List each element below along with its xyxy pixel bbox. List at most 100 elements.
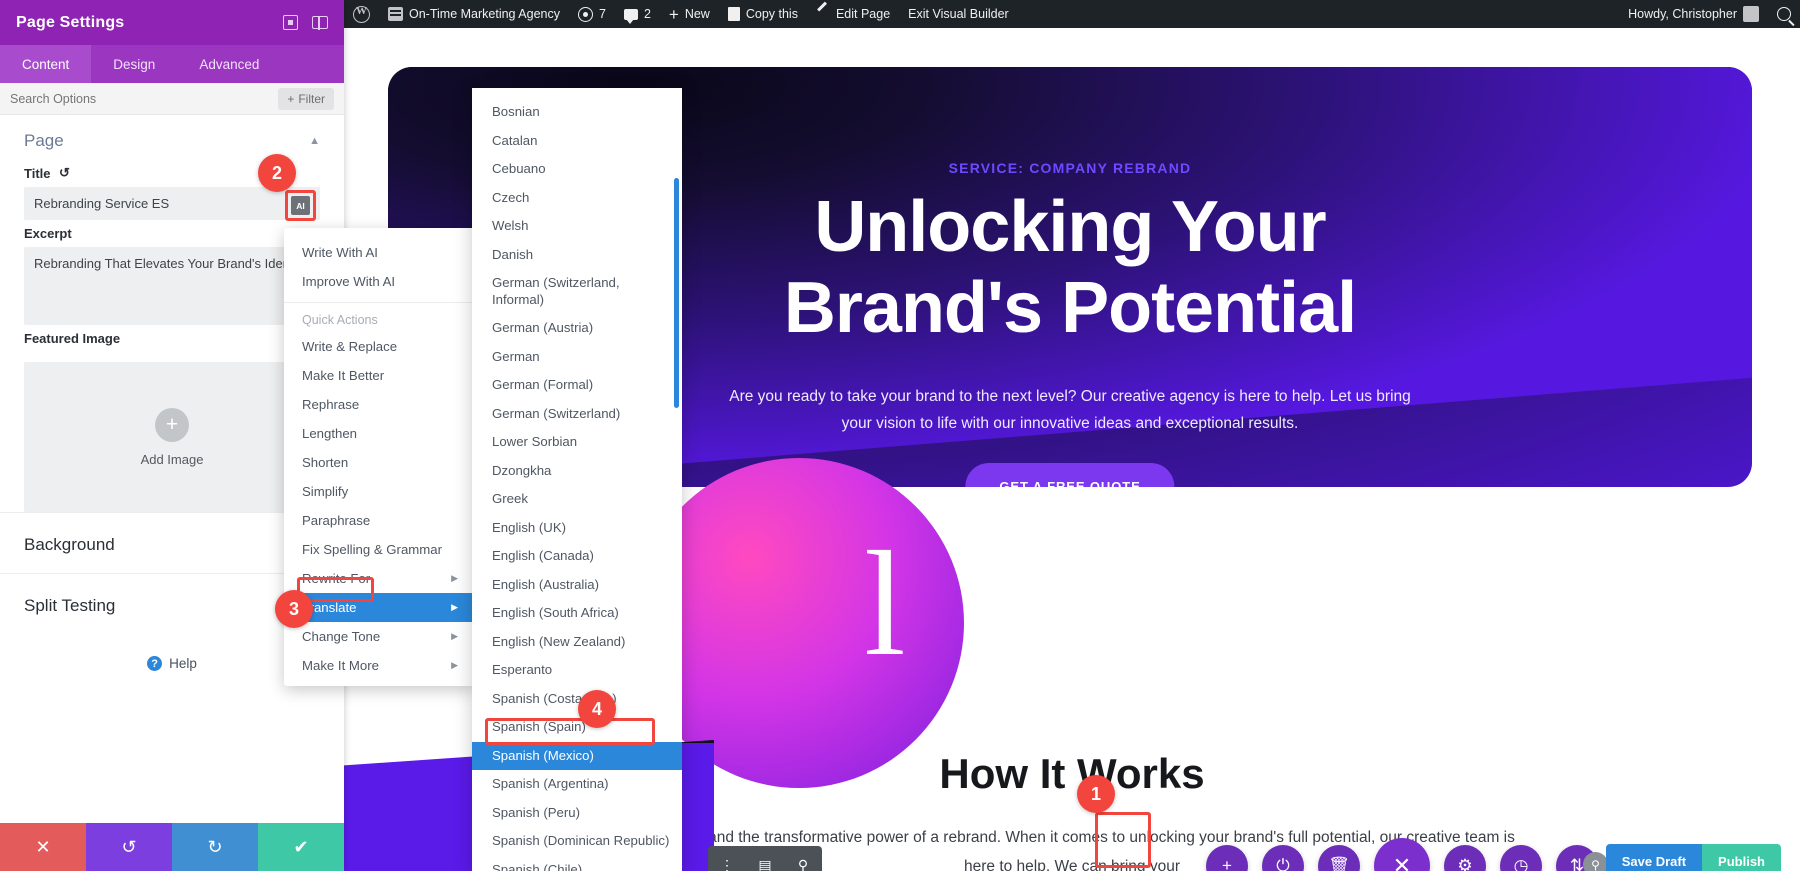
comments-count: 2	[643, 7, 651, 21]
tab-design[interactable]: Design	[91, 45, 177, 83]
lang-item[interactable]: Spanish (Costa Rica)	[472, 685, 682, 714]
menu-item-lengthen[interactable]: Lengthen	[284, 419, 476, 448]
close-builder-button[interactable]: ✕	[1374, 838, 1430, 871]
section-split-testing-label: Split Testing	[24, 596, 116, 615]
magnifier-icon[interactable]: ⚲	[784, 846, 822, 871]
lang-item[interactable]: English (New Zealand)	[472, 628, 682, 657]
lang-item[interactable]: English (Canada)	[472, 542, 682, 571]
menu-item-change-tone[interactable]: Change Tone ▶	[284, 622, 476, 651]
plus-icon: +	[668, 4, 679, 24]
question-icon: ?	[147, 656, 163, 671]
lang-item[interactable]: Greek	[472, 485, 682, 514]
lang-item[interactable]: German	[472, 343, 682, 372]
menu-label: Rephrase	[302, 397, 360, 412]
lang-item[interactable]: Catalan	[472, 127, 682, 156]
undo-button[interactable]: ↺	[86, 823, 172, 871]
featured-image-label: Featured Image	[24, 331, 121, 346]
menu-item-fix-spelling-grammar[interactable]: Fix Spelling & Grammar	[284, 535, 476, 564]
menu-item-write-replace[interactable]: Write & Replace	[284, 332, 476, 361]
chevron-right-icon: ▶	[451, 631, 458, 641]
menu-item-write-with-ai[interactable]: Write With AI	[284, 238, 476, 267]
lang-item[interactable]: Welsh	[472, 212, 682, 241]
divi-floating-toolbar: + ⏻ 🗑 ✕ ⚙ ◷ ⇅	[1206, 838, 1598, 871]
annotation-rect-1	[1095, 812, 1151, 868]
lang-item[interactable]: Bosnian	[472, 98, 682, 127]
lang-item[interactable]: Spanish (Dominican Republic)	[472, 827, 682, 856]
menu-item-rephrase[interactable]: Rephrase	[284, 390, 476, 419]
menu-label: Fix Spelling & Grammar	[302, 542, 442, 557]
lang-item[interactable]: Czech	[472, 184, 682, 213]
module-toolbar: ⋮ ▤ ⚲	[708, 846, 822, 871]
lang-item[interactable]: German (Switzerland, Informal)	[472, 269, 682, 314]
menu-item-paraphrase[interactable]: Paraphrase	[284, 506, 476, 535]
tab-advanced[interactable]: Advanced	[177, 45, 281, 83]
section-page[interactable]: Page ▲	[0, 115, 344, 159]
section-page-label: Page	[24, 131, 64, 150]
add-module-button[interactable]: +	[1206, 845, 1248, 871]
lang-item[interactable]: English (UK)	[472, 514, 682, 543]
account-menu[interactable]: Howdy, Christopher	[1619, 0, 1768, 28]
lang-item[interactable]: Spanish (Peru)	[472, 799, 682, 828]
exit-label: Exit Visual Builder	[908, 7, 1009, 21]
lang-item[interactable]: German (Formal)	[472, 371, 682, 400]
lang-item[interactable]: English (Australia)	[472, 571, 682, 600]
search-input[interactable]	[10, 91, 279, 106]
lang-item[interactable]: German (Switzerland)	[472, 400, 682, 429]
comments-link[interactable]: 2	[615, 0, 660, 28]
lang-item-spanish-mexico[interactable]: Spanish (Mexico)	[472, 741, 682, 770]
lang-item[interactable]: Esperanto	[472, 656, 682, 685]
save-draft-button[interactable]: Save Draft	[1605, 844, 1703, 871]
house-icon	[388, 7, 403, 21]
featured-image-dropzone[interactable]: + Add Image	[24, 362, 320, 512]
plus-icon: +	[287, 91, 295, 106]
language-scrollbar[interactable]	[674, 178, 679, 408]
redo-button[interactable]: ↻	[172, 823, 258, 871]
publish-button[interactable]: Publish	[1702, 844, 1781, 871]
filter-button[interactable]: + Filter	[278, 87, 334, 110]
app-root: On-Time Marketing Agency 7 2 + New Copy …	[0, 0, 1800, 871]
excerpt-field[interactable]: Rebranding That Elevates Your Brand's Id…	[24, 247, 320, 325]
edit-page-link[interactable]: Edit Page	[807, 0, 899, 28]
power-button[interactable]: ⏻	[1262, 845, 1304, 871]
wp-logo-button[interactable]	[344, 0, 379, 28]
lang-item[interactable]: Spanish (Argentina)	[472, 770, 682, 799]
lang-item[interactable]: German (Austria)	[472, 314, 682, 343]
magnifier-icon[interactable]: ⚲	[1583, 852, 1608, 871]
settings-button[interactable]: ⚙	[1444, 845, 1486, 871]
menu-item-make-it-more[interactable]: Make It More ▶	[284, 651, 476, 680]
chevron-right-icon: ▶	[451, 573, 458, 583]
menu-label: Make It More	[302, 658, 379, 673]
menu-item-make-it-better[interactable]: Make It Better	[284, 361, 476, 390]
menu-item-simplify[interactable]: Simplify	[284, 477, 476, 506]
new-content-link[interactable]: + New	[660, 0, 719, 28]
tab-content[interactable]: Content	[0, 45, 92, 83]
updates-link[interactable]: 7	[569, 0, 615, 28]
columns-icon[interactable]	[312, 16, 328, 30]
menu-item-shorten[interactable]: Shorten	[284, 448, 476, 477]
trash-button[interactable]: 🗑	[1318, 845, 1360, 871]
cancel-button[interactable]: ✕	[0, 823, 86, 871]
reset-icon[interactable]: ↻	[59, 165, 70, 181]
exit-visual-builder-link[interactable]: Exit Visual Builder	[899, 0, 1018, 28]
menu-item-improve-with-ai[interactable]: Improve With AI	[284, 267, 476, 296]
frame-icon[interactable]	[283, 15, 298, 30]
decorative-letter-l: l	[864, 521, 906, 687]
history-button[interactable]: ◷	[1500, 845, 1542, 871]
site-name-link[interactable]: On-Time Marketing Agency	[379, 0, 569, 28]
chevron-up-icon: ▲	[309, 135, 320, 147]
kebab-icon[interactable]: ⋮	[708, 846, 746, 871]
menu-label: Shorten	[302, 455, 349, 470]
lang-item[interactable]: Dzongkha	[472, 457, 682, 486]
lang-item[interactable]: Spanish (Chile)	[472, 856, 682, 871]
edit-page-label: Edit Page	[835, 7, 891, 21]
copy-this-link[interactable]: Copy this	[719, 0, 807, 28]
plus-icon: +	[155, 407, 189, 442]
admin-search-button[interactable]	[1768, 0, 1800, 28]
lang-item[interactable]: English (South Africa)	[472, 599, 682, 628]
lang-item[interactable]: Lower Sorbian	[472, 428, 682, 457]
lang-item[interactable]: Danish	[472, 241, 682, 270]
save-button[interactable]: ✔	[258, 823, 344, 871]
layout-icon[interactable]: ▤	[746, 846, 784, 871]
hero-cta-button[interactable]: GET A FREE QUOTE	[965, 463, 1175, 487]
lang-item[interactable]: Cebuano	[472, 155, 682, 184]
